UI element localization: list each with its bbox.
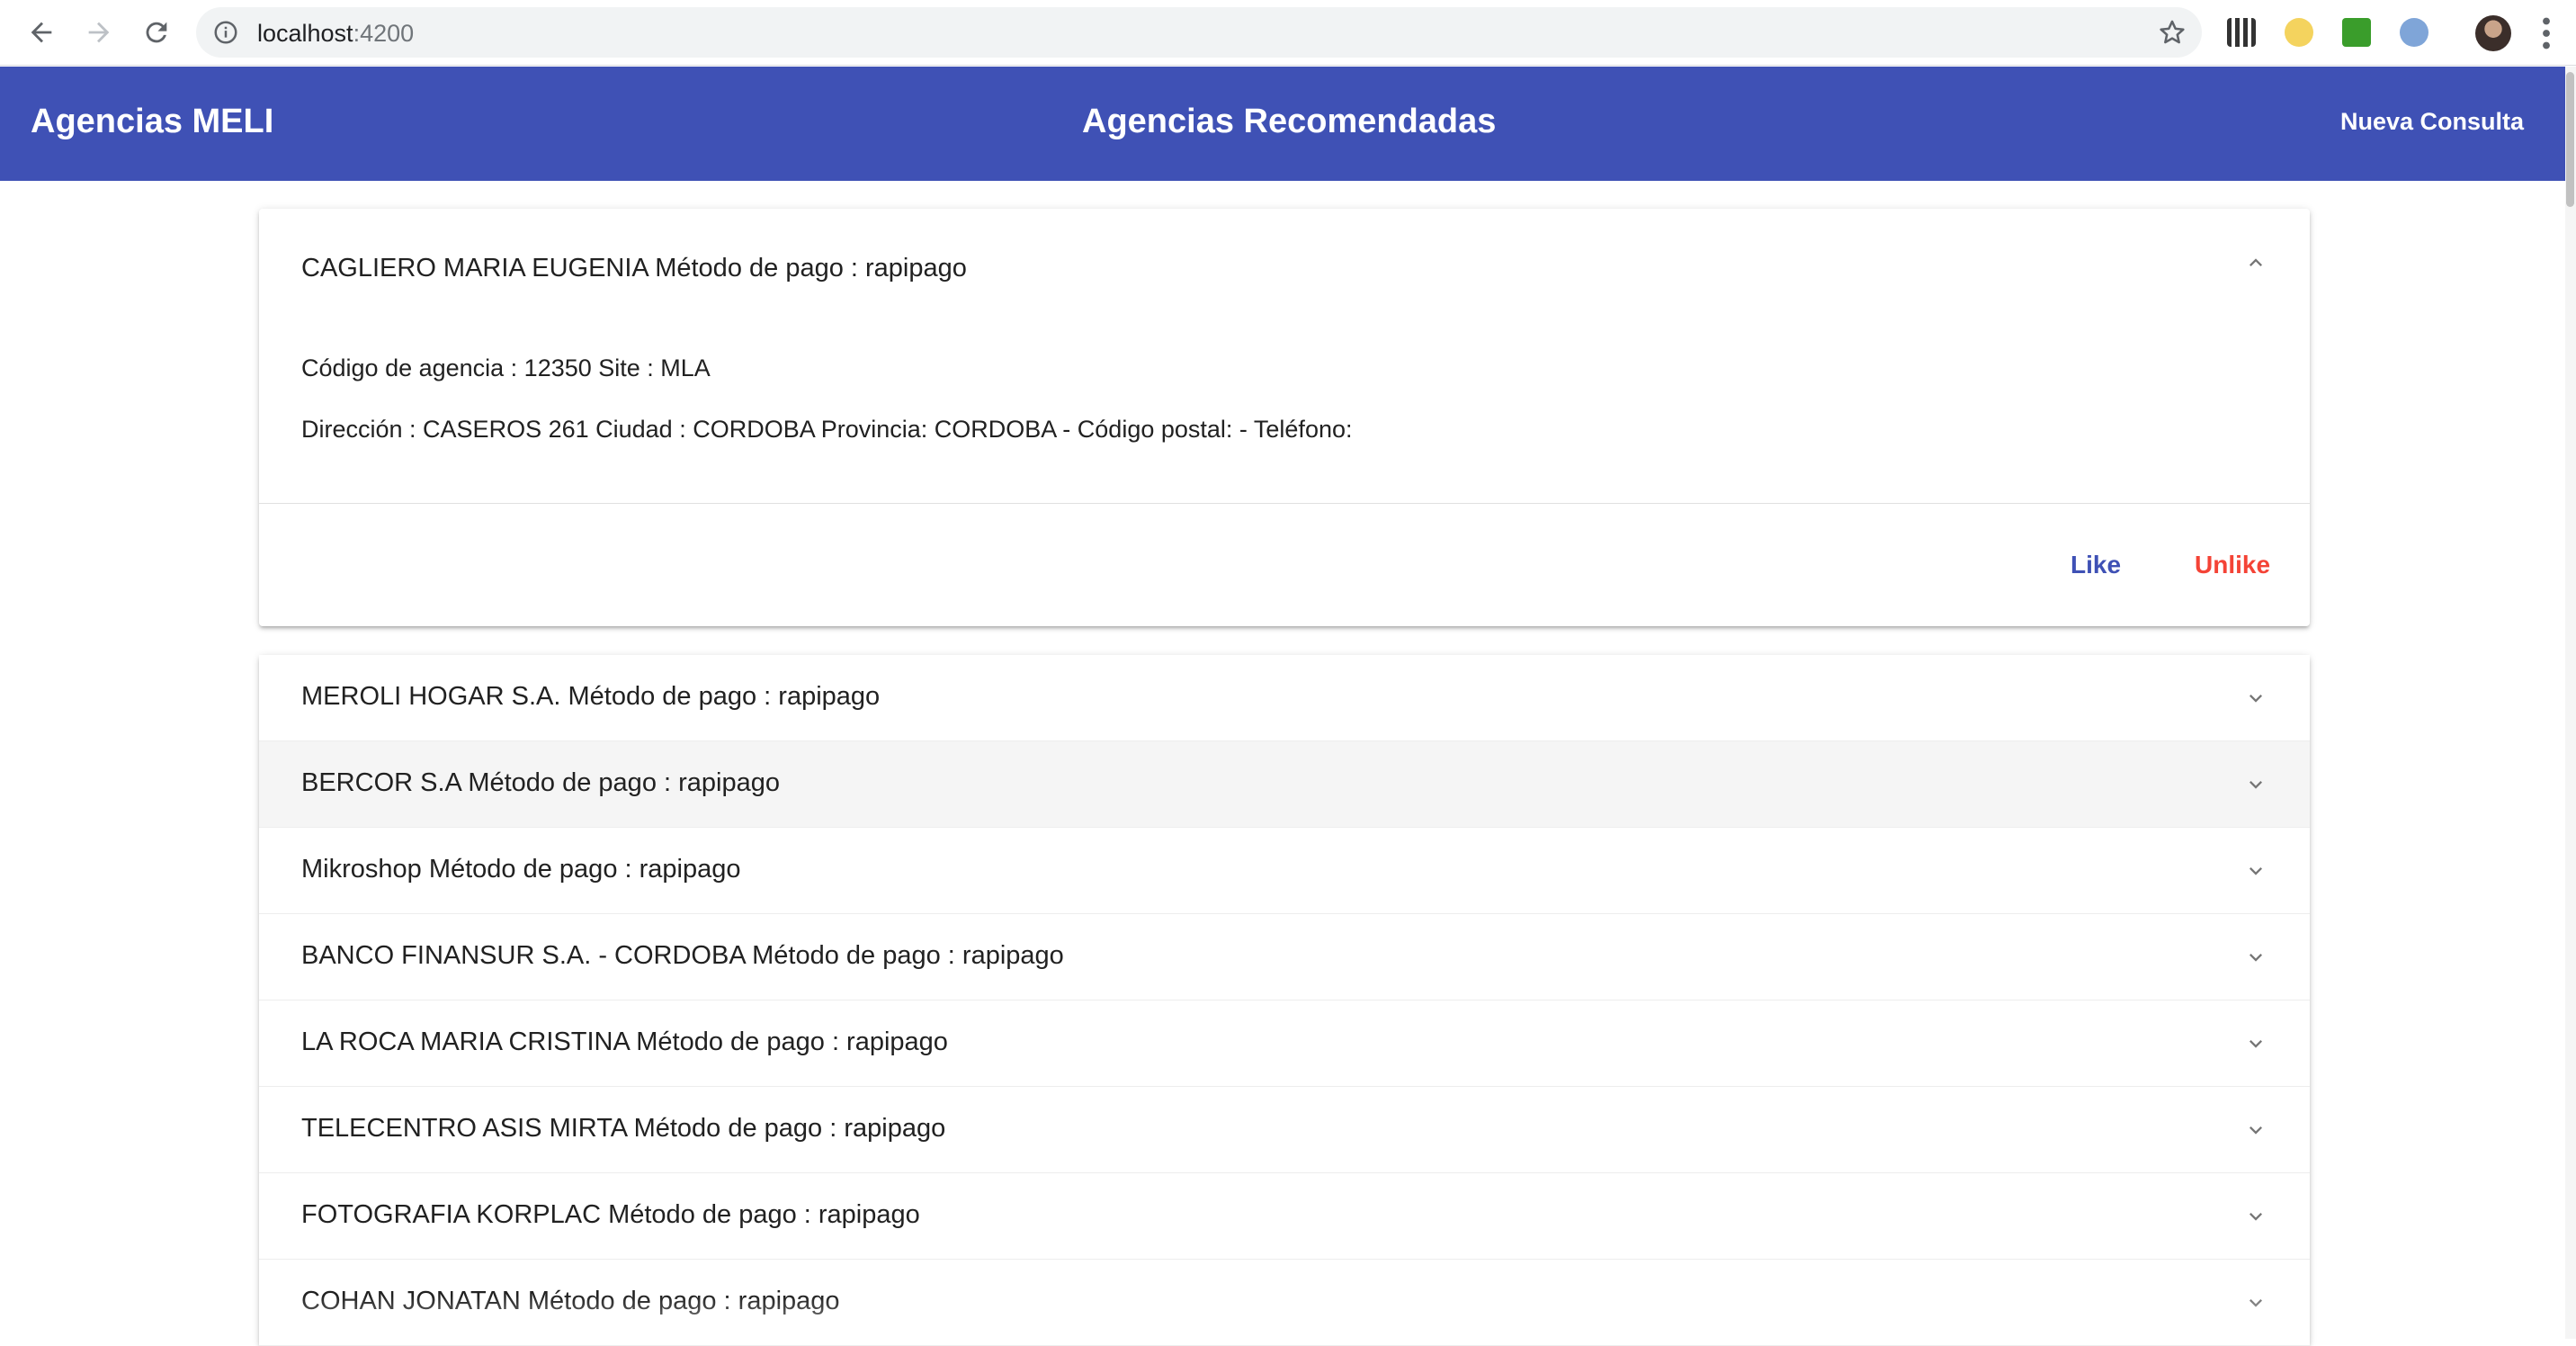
forward-icon[interactable] (81, 14, 117, 50)
agency-list: MEROLI HOGAR S.A. Método de pago : rapip… (259, 655, 2310, 1346)
chevron-down-icon[interactable] (2243, 686, 2268, 711)
address-bar[interactable]: localhost:4200 (196, 7, 2202, 58)
url-text: localhost:4200 (257, 20, 414, 48)
extension-icon[interactable] (2285, 18, 2313, 47)
bookmark-star-icon[interactable] (2157, 17, 2187, 48)
list-item[interactable]: BERCOR S.A Método de pago : rapipago (259, 741, 2310, 828)
agencies-accordion: CAGLIERO MARIA EUGENIA Método de pago : … (259, 209, 2310, 1346)
chevron-down-icon[interactable] (2243, 1290, 2268, 1315)
panel-title: MEROLI HOGAR S.A. Método de pago : rapip… (301, 682, 881, 711)
panel-title: BERCOR S.A Método de pago : rapipago (301, 768, 780, 797)
chevron-down-icon[interactable] (2243, 772, 2268, 797)
url-port: :4200 (353, 20, 415, 47)
list-item[interactable]: LA ROCA MARIA CRISTINA Método de pago : … (259, 1001, 2310, 1087)
list-item[interactable]: BANCO FINANSUR S.A. - CORDOBA Método de … (259, 914, 2310, 1001)
app-toolbar: Agencias MELI Agencias Recomendadas Nuev… (0, 67, 2565, 181)
reload-icon[interactable] (139, 14, 174, 50)
list-item[interactable]: COHAN JONATAN Método de pago : rapipago (259, 1260, 2310, 1346)
scrollbar-thumb[interactable] (2566, 72, 2574, 207)
panel-header[interactable]: CAGLIERO MARIA EUGENIA Método de pago : … (259, 209, 2310, 326)
app-brand: Agencias MELI (31, 103, 274, 140)
chevron-down-icon[interactable] (2243, 1031, 2268, 1056)
page-title: Agencias Recomendadas (1082, 103, 1497, 140)
unlike-button[interactable]: Unlike (2195, 551, 2270, 579)
url-host: localhost (257, 20, 353, 47)
panel-title: TELECENTRO ASIS MIRTA Método de pago : r… (301, 1114, 946, 1143)
info-icon[interactable] (212, 19, 239, 46)
panel-title: FOTOGRAFIA KORPLAC Método de pago : rapi… (301, 1200, 920, 1229)
scrollbar[interactable] (2565, 67, 2576, 1339)
chevron-down-icon[interactable] (2243, 945, 2268, 970)
chevron-down-icon[interactable] (2243, 858, 2268, 884)
chevron-down-icon[interactable] (2243, 1204, 2268, 1229)
panel-title: BANCO FINANSUR S.A. - CORDOBA Método de … (301, 941, 1064, 970)
agency-address-text: Dirección : CASEROS 261 Ciudad : CORDOBA… (301, 416, 1353, 443)
chevron-up-icon[interactable] (2243, 250, 2268, 275)
extension-icon[interactable] (2400, 18, 2428, 47)
new-query-button[interactable]: Nueva Consulta (2340, 108, 2524, 136)
profile-avatar[interactable] (2475, 15, 2511, 51)
panel-title: Mikroshop Método de pago : rapipago (301, 855, 741, 884)
list-item[interactable]: MEROLI HOGAR S.A. Método de pago : rapip… (259, 655, 2310, 741)
panel-title: COHAN JONATAN Método de pago : rapipago (301, 1287, 840, 1315)
list-item[interactable]: TELECENTRO ASIS MIRTA Método de pago : r… (259, 1087, 2310, 1173)
chevron-down-icon[interactable] (2243, 1117, 2268, 1143)
more-menu-icon[interactable] (2541, 17, 2552, 49)
qr-extension-icon[interactable] (2227, 18, 2256, 47)
action-divider (259, 503, 2310, 504)
list-item[interactable]: Mikroshop Método de pago : rapipago (259, 828, 2310, 914)
agency-code-text: Código de agencia : 12350 Site : MLA (301, 354, 711, 381)
list-item[interactable]: FOTOGRAFIA KORPLAC Método de pago : rapi… (259, 1173, 2310, 1260)
json-extension-icon[interactable] (2342, 18, 2371, 47)
expanded-agency-panel: CAGLIERO MARIA EUGENIA Método de pago : … (259, 209, 2310, 626)
panel-title: LA ROCA MARIA CRISTINA Método de pago : … (301, 1027, 948, 1056)
panel-title: CAGLIERO MARIA EUGENIA Método de pago : … (301, 254, 967, 283)
browser-toolbar: localhost:4200 (0, 0, 2576, 66)
back-icon[interactable] (23, 14, 59, 50)
like-button[interactable]: Like (2071, 551, 2121, 579)
